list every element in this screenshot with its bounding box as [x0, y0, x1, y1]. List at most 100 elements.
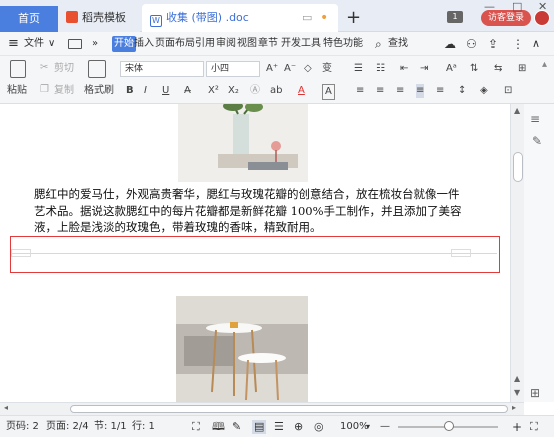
distribute-icon[interactable]: ≡ — [436, 84, 444, 98]
menu-start[interactable]: 开始 — [112, 36, 136, 52]
align-left-icon[interactable]: ≡ — [356, 84, 364, 98]
eye-protection-icon[interactable]: ◎ — [314, 420, 324, 434]
cloud-sync-icon[interactable]: ☁ — [444, 36, 456, 52]
document-paragraph[interactable]: 腮红中的爱马仕，外观高贵奢华，腮红与玫瑰花瓣的创意结合，放在梳妆台就像一件艺术品… — [34, 186, 464, 236]
sort-icon[interactable]: ⇅ — [470, 62, 478, 76]
fullscreen-icon[interactable]: ⛶ — [192, 420, 200, 434]
apps-grid-icon[interactable]: ⊞ — [530, 386, 540, 400]
subscript-button[interactable]: X₂ — [228, 84, 239, 98]
horizontal-scroll-thumb[interactable] — [70, 405, 508, 413]
menu-search[interactable]: 查找 — [388, 36, 408, 52]
text-effect-icon[interactable]: Ⓐ — [250, 84, 260, 98]
vertical-scrollbar[interactable]: ▲ ▲ ▼ — [510, 104, 524, 402]
menu-special-features[interactable]: 特色功能 — [323, 36, 363, 52]
align-right-icon[interactable]: ≡ — [396, 84, 404, 98]
bullet-list-icon[interactable]: ☰ — [354, 62, 363, 76]
menu-view[interactable]: 视图 — [237, 36, 257, 52]
shrink-font-button[interactable]: A⁻ — [284, 62, 296, 76]
write-mode-icon[interactable]: ✎ — [232, 420, 241, 434]
product-image-tables — [176, 296, 308, 402]
font-name-select[interactable]: 宋体 — [120, 61, 204, 77]
more-menus-icon[interactable]: » — [92, 36, 98, 52]
side-menu-icon[interactable]: ≡ — [530, 112, 540, 126]
superscript-button[interactable]: X² — [208, 84, 219, 98]
font-color-button[interactable]: A — [298, 84, 305, 98]
new-tab-button[interactable]: + — [346, 7, 361, 28]
clear-format-icon[interactable]: ◇ — [304, 62, 312, 76]
paste-button[interactable]: 粘贴 — [7, 84, 27, 98]
folder-icon[interactable] — [68, 39, 82, 49]
restore-button[interactable]: □ — [512, 0, 522, 13]
collapse-ribbon-icon[interactable]: ∧ — [532, 36, 540, 52]
more-options-icon[interactable]: ⋮ — [512, 36, 524, 52]
bold-button[interactable]: B — [126, 84, 134, 98]
pen-icon[interactable]: ✎ — [532, 134, 542, 148]
close-button[interactable]: ✕ — [538, 0, 547, 13]
highlight-icon[interactable]: ab — [270, 84, 282, 98]
screen-icon[interactable]: ▭ — [302, 4, 312, 32]
zoom-slider-knob[interactable] — [444, 421, 454, 431]
chevron-down-icon[interactable]: ∨ — [48, 36, 55, 52]
menu-references[interactable]: 引用 — [195, 36, 215, 52]
zoom-dropdown-icon[interactable]: ▾ — [366, 420, 370, 434]
hamburger-icon[interactable]: ≡ — [8, 36, 19, 52]
strikethrough-icon[interactable]: A̶ — [184, 84, 191, 98]
zoom-out-button[interactable]: — — [380, 420, 390, 434]
web-view-icon[interactable]: ⊕ — [294, 420, 303, 434]
line-spacing-icon[interactable]: ↕ — [458, 84, 466, 98]
menu-file[interactable]: 文件 — [24, 36, 44, 52]
status-pages[interactable]: 页面: 2/4 — [46, 420, 89, 434]
justify-icon[interactable]: ≡ — [416, 84, 425, 98]
fit-page-icon[interactable]: ⛶ — [530, 420, 538, 434]
decrease-indent-icon[interactable]: ⇤ — [400, 62, 408, 76]
prev-page-icon[interactable]: ▲ — [514, 374, 520, 383]
menu-insert[interactable]: 插入 — [134, 36, 154, 52]
tab-document[interactable]: W 收集 (带图) .doc ▭ • — [142, 4, 338, 32]
zoom-level[interactable]: 100% — [340, 420, 369, 434]
borders-icon[interactable]: ⊡ — [504, 84, 512, 98]
align-center-icon[interactable]: ≡ — [376, 84, 384, 98]
char-border-icon[interactable]: A — [322, 84, 335, 100]
font-size-select[interactable]: 小四 — [206, 61, 260, 77]
tab-home[interactable]: 首页 — [0, 6, 58, 32]
format-painter-icon[interactable] — [88, 60, 106, 78]
collaborate-icon[interactable]: ⚇ — [466, 36, 477, 52]
case-change-icon[interactable]: Aᵃ — [446, 62, 457, 76]
page-view-icon[interactable]: ▤ — [252, 420, 267, 434]
ribbon-scroll-icon[interactable]: ▴ — [542, 58, 547, 72]
show-marks-icon[interactable]: ⇆ — [494, 62, 502, 76]
format-painter-button[interactable]: 格式刷 — [84, 84, 114, 98]
outline-view-icon[interactable]: ☰ — [274, 420, 284, 434]
next-page-icon[interactable]: ▼ — [514, 388, 520, 397]
copy-button[interactable]: 复制 — [54, 84, 74, 98]
menu-review[interactable]: 审阅 — [216, 36, 236, 52]
window-count-badge[interactable]: 1 — [447, 11, 463, 23]
grow-font-button[interactable]: A⁺ — [266, 62, 278, 76]
tab-template[interactable]: 稻壳模板 — [58, 4, 140, 32]
shading-icon[interactable]: ◈ — [480, 84, 488, 98]
selection-highlight-box — [10, 236, 500, 273]
zoom-in-button[interactable]: + — [512, 420, 522, 434]
menu-page-layout[interactable]: 页面布局 — [155, 36, 195, 52]
ribbon-toolbar: 粘贴 ✂ 剪切 ❐ 复制 格式刷 宋体 小四 A⁺ A⁻ ◇ 变 B I U A… — [0, 56, 554, 104]
search-icon[interactable]: ⌕ — [375, 36, 382, 52]
underline-button[interactable]: U — [162, 84, 169, 98]
share-icon[interactable]: ⇪ — [488, 36, 498, 52]
minimize-button[interactable]: — — [484, 0, 495, 13]
table-tools-icon[interactable]: ⊞ — [518, 62, 526, 76]
vertical-scroll-thumb[interactable] — [513, 152, 523, 182]
cut-button[interactable]: 剪切 — [54, 62, 74, 76]
menu-chapter[interactable]: 章节 — [258, 36, 278, 52]
horizontal-scrollbar[interactable]: ◂ ▸ — [0, 402, 524, 415]
scroll-up-icon[interactable]: ▲ — [514, 106, 520, 115]
scroll-right-icon[interactable]: ▸ — [512, 403, 516, 412]
increase-indent-icon[interactable]: ⇥ — [420, 62, 428, 76]
italic-button[interactable]: I — [144, 84, 147, 98]
scroll-left-icon[interactable]: ◂ — [4, 403, 8, 412]
menu-developer-tools[interactable]: 开发工具 — [281, 36, 321, 52]
copy-icon: ❐ — [40, 84, 49, 95]
numbered-list-icon[interactable]: ☷ — [376, 62, 385, 76]
paste-icon[interactable] — [10, 60, 26, 78]
pinyin-icon[interactable]: 变 — [322, 62, 332, 76]
read-mode-icon[interactable]: 🕮 — [212, 420, 225, 434]
